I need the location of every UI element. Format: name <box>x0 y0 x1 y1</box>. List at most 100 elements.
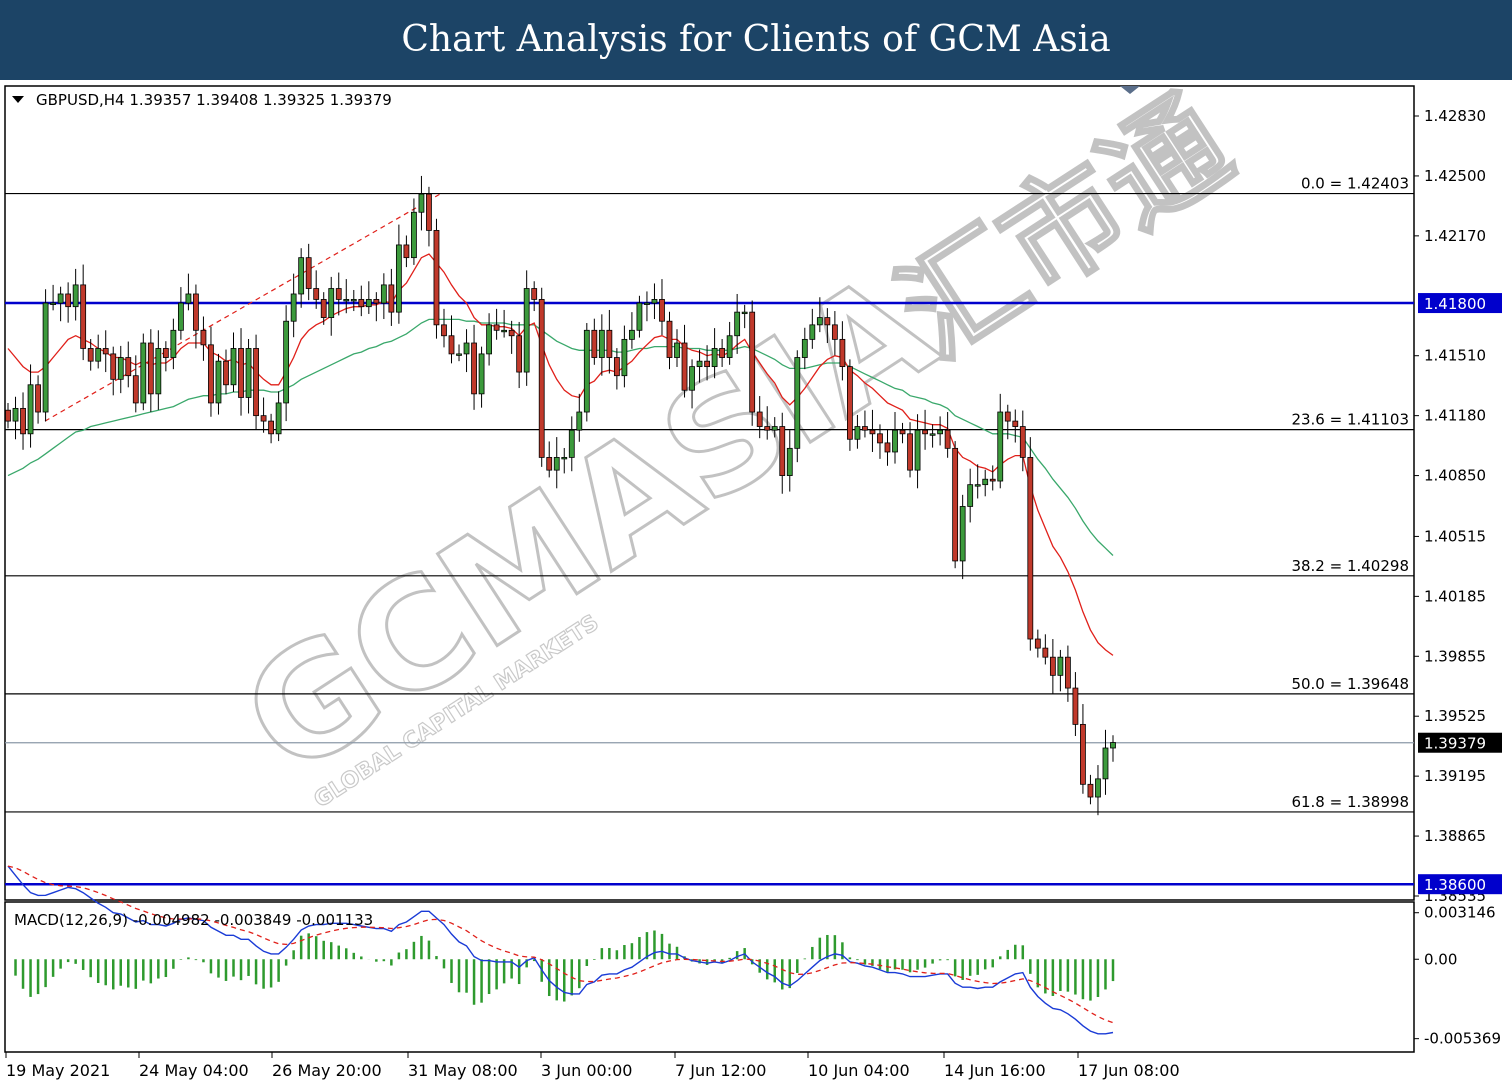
price-tick-label: 1.42500 <box>1424 167 1486 185</box>
candle-body <box>997 411 1004 482</box>
candle-body <box>162 348 169 358</box>
candle-body <box>726 335 733 358</box>
price-axis: 1.42830 1.42500 1.42170 1.41510 1.41180 1.408… <box>1414 107 1486 905</box>
candle-body <box>57 293 64 304</box>
candle-body <box>538 299 545 458</box>
macd-info: MACD(12,26,9) -0.004982 -0.003849 -0.001… <box>14 911 373 929</box>
candle-body <box>215 360 222 404</box>
candle-body <box>914 429 921 471</box>
candle-body <box>719 348 726 358</box>
candle-body <box>982 478 989 486</box>
candle-body <box>283 320 290 404</box>
candle-body <box>899 429 906 435</box>
candle-body <box>1049 656 1056 676</box>
candle-body <box>1110 742 1116 749</box>
candle-body <box>72 284 79 308</box>
candle-body <box>922 429 928 435</box>
candle-body <box>12 407 19 422</box>
candle-body <box>478 353 485 395</box>
price-tick-label: 1.39525 <box>1424 707 1486 725</box>
candle-body <box>621 338 628 377</box>
price-tick-label: 1.39855 <box>1424 647 1486 665</box>
candle-body <box>328 288 335 318</box>
candle-body <box>809 324 816 340</box>
candle-body <box>884 442 891 453</box>
candle-body <box>441 324 447 337</box>
candle-body <box>110 353 117 380</box>
candle-body <box>1072 687 1079 725</box>
candle-body <box>395 244 402 313</box>
candle-body <box>1004 411 1011 422</box>
candle-body <box>862 426 868 431</box>
candle-body <box>674 342 680 358</box>
candle-body <box>816 317 823 326</box>
candle-body <box>65 293 72 308</box>
candle-body <box>974 484 981 487</box>
candle-body <box>629 329 635 340</box>
candle-body <box>290 293 297 322</box>
date-tick-label: 19 May 2021 <box>6 1061 110 1080</box>
candle-body <box>591 329 598 358</box>
candle-body <box>95 348 102 362</box>
candle-body <box>583 329 590 413</box>
candle-body <box>140 342 147 404</box>
candle-body <box>651 299 658 304</box>
candle-body <box>546 457 553 471</box>
candle-body <box>952 447 959 562</box>
candle-body <box>335 288 342 300</box>
candle-body <box>989 478 996 482</box>
candle-body <box>1057 656 1064 676</box>
candle-body <box>756 411 763 427</box>
candle-body <box>1080 723 1086 785</box>
candle-body <box>193 293 199 331</box>
candle-body <box>681 342 688 391</box>
candle-body <box>598 329 605 358</box>
candle-body <box>576 411 583 431</box>
price-tick-label: 1.40850 <box>1424 467 1486 485</box>
hline-price-label: 1.41800 <box>1424 295 1486 313</box>
date-tick-label: 31 May 08:00 <box>408 1061 518 1080</box>
fib-label: 38.2 = 1.40298 <box>1291 557 1409 575</box>
price-tick-label: 1.41180 <box>1424 407 1486 425</box>
candle-body <box>711 348 718 368</box>
current-price-label: 1.39379 <box>1424 735 1486 753</box>
candle-body <box>365 299 372 308</box>
candle-body <box>463 342 470 355</box>
candle-body <box>350 299 357 302</box>
date-tick-label: 24 May 04:00 <box>139 1061 249 1080</box>
candle-body <box>892 429 898 453</box>
candle-body <box>102 348 109 355</box>
candle-body <box>606 329 613 358</box>
macd-tick-label: 0.003146 <box>1424 904 1496 922</box>
candle-body <box>358 299 365 308</box>
candle-body <box>1034 638 1041 649</box>
candle-body <box>155 348 162 395</box>
candle-body <box>456 353 462 356</box>
candle-body <box>147 342 154 395</box>
candle-body <box>741 311 748 315</box>
date-tick-label: 17 Jun 08:00 <box>1078 1061 1180 1080</box>
candle-body <box>200 329 207 346</box>
candle-body <box>50 302 57 305</box>
candle-body <box>260 415 267 422</box>
candle-body <box>1012 420 1019 427</box>
candle-body <box>1042 647 1049 658</box>
price-tick-label: 1.40515 <box>1424 527 1486 545</box>
candle-body <box>929 433 936 436</box>
candle-body <box>771 426 778 431</box>
macd-tick-label: 0.00 <box>1424 950 1457 968</box>
candle-body <box>831 324 838 340</box>
price-tick-label: 1.39195 <box>1424 767 1486 785</box>
candle-body <box>1087 783 1094 798</box>
candle-body <box>80 284 87 349</box>
candle-body <box>659 299 665 322</box>
candle-body <box>433 230 440 326</box>
candle-body <box>426 193 432 231</box>
candle-body <box>403 244 410 259</box>
candle-body <box>117 357 124 380</box>
candle-body <box>907 433 913 471</box>
candle-body <box>967 484 974 507</box>
candle-body <box>779 426 786 476</box>
candle-body <box>27 384 34 435</box>
symbol-info: GBPUSD,H4 1.39357 1.39408 1.39325 1.3937… <box>36 91 392 109</box>
